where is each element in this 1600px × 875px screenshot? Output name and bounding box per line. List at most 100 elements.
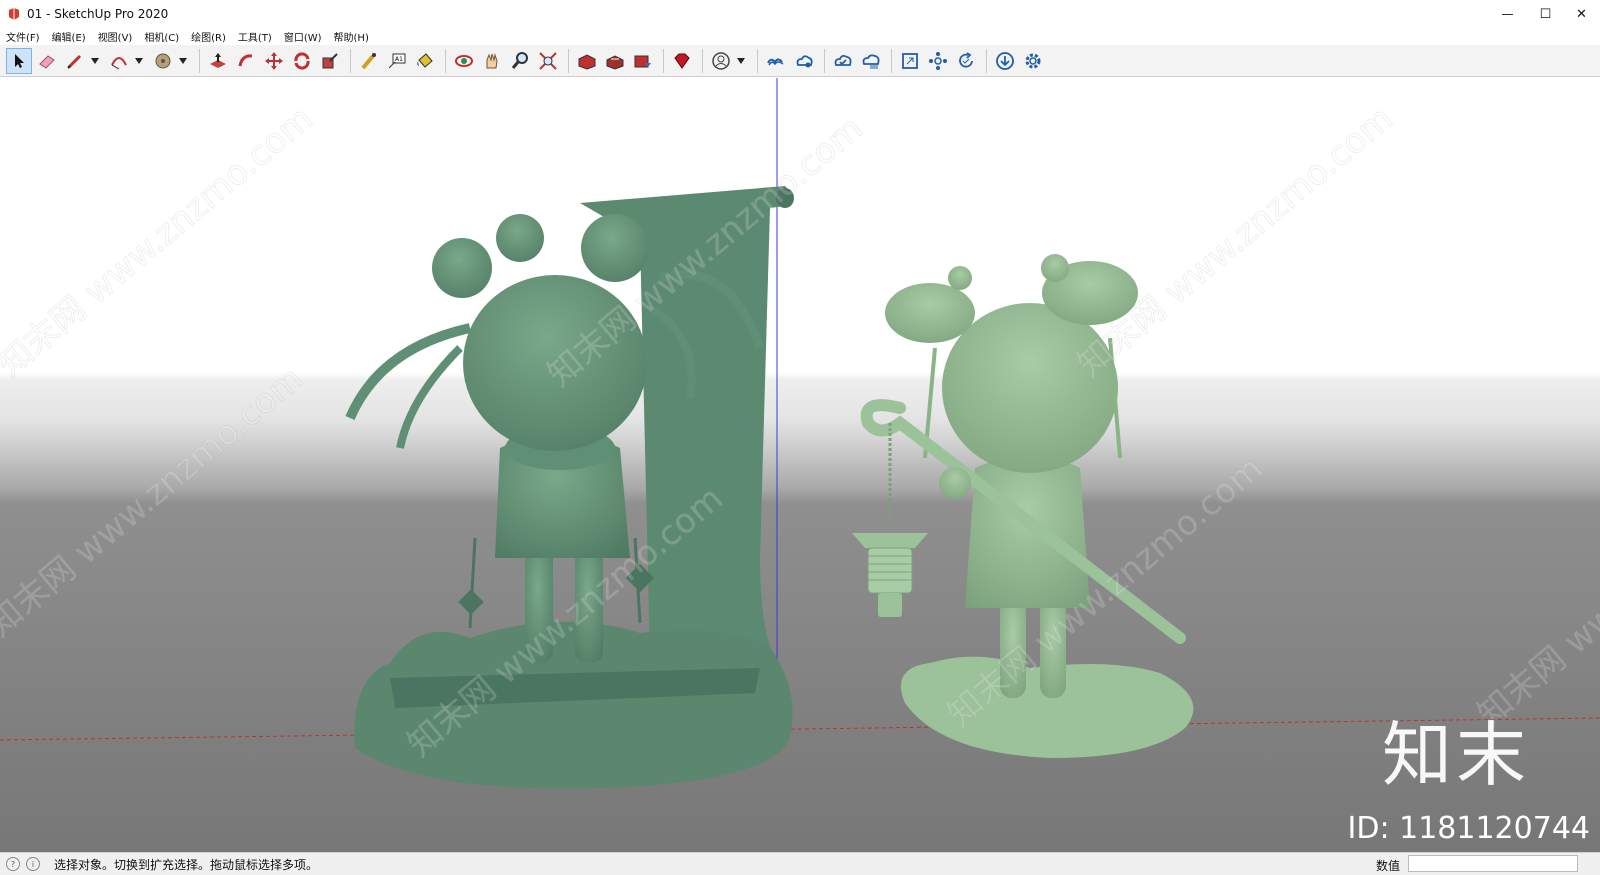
measurements-label: 数值 [1375,859,1400,873]
extension-manager-button[interactable] [669,48,695,74]
rotate-icon [294,51,310,70]
orbit-icon [455,54,473,67]
toolbar-separator [824,48,825,73]
toolbar-separator [663,48,664,73]
zoom-extents-tool-button[interactable] [535,48,561,74]
sync-button[interactable] [830,48,856,74]
menu-window[interactable]: 窗口(W) [278,29,328,44]
shape-tool-button[interactable] [150,48,176,74]
share-model-button[interactable] [602,48,628,74]
menu-draw[interactable]: 绘图(R) [185,29,232,44]
push-pull-tool-button[interactable] [205,48,231,74]
orbit-tool-button[interactable] [451,48,477,74]
maximize-icon: ☐ [1539,6,1552,22]
pencil-dropdown[interactable] [90,48,100,74]
share-model-icon [606,54,624,70]
eraser-tool-button[interactable] [34,48,60,74]
scene-canvas: 知末网 www.znzmo.com 知末网 www.znzmo.com 知末网 … [0,78,1600,852]
toolbar-separator [702,48,703,73]
toolbar: A1 [0,45,1600,77]
menu-view[interactable]: 视图(V) [92,29,139,44]
svg-text:A1: A1 [395,56,403,63]
rotate-tool-button[interactable] [289,48,315,74]
settings-icon [1025,53,1041,68]
menu-bar: 文件(F) 编辑(E) 视图(V) 相机(C) 绘图(R) 工具(T) 窗口(W… [0,28,1600,45]
follow-me-icon [238,53,253,66]
title-bar: 01 - SketchUp Pro 2020 — ☐ ✕ [0,0,1600,28]
components-icon [929,51,947,70]
tape-measure-icon [361,52,376,69]
pencil-tool-button[interactable] [62,48,88,74]
trimble-connect-button[interactable] [763,48,789,74]
shape-icon [155,53,171,68]
toolbar-separator [986,48,987,73]
tape-measure-tool-button[interactable] [356,48,382,74]
eraser-icon [39,54,55,69]
minimize-button[interactable]: — [1489,0,1526,28]
model-viewport[interactable]: 知末网 www.znzmo.com 知末网 www.znzmo.com 知末网 … [0,78,1600,852]
close-icon: ✕ [1576,6,1587,22]
settings-button[interactable] [1020,48,1046,74]
sync-icon [834,54,852,66]
expand-icon [902,52,918,69]
menu-tools[interactable]: 工具(T) [232,29,278,44]
toolbar-separator [757,48,758,73]
select-tool-button[interactable] [6,47,32,74]
extension-warehouse-icon [634,55,651,67]
follow-me-tool-button[interactable] [233,48,259,74]
close-button[interactable]: ✕ [1563,0,1600,28]
pan-icon [486,52,498,68]
scale-icon [322,52,338,68]
pan-tool-button[interactable] [479,48,505,74]
menu-camera[interactable]: 相机(C) [138,29,185,44]
move-icon [265,51,283,70]
select-icon [15,53,24,68]
move-tool-button[interactable] [261,48,287,74]
refresh-icon [959,51,973,67]
sketchup-logo-icon [9,8,19,20]
pencil-icon [67,54,82,69]
chevron-down-icon [737,57,745,64]
scale-tool-button[interactable] [317,48,343,74]
maximize-button[interactable]: ☐ [1527,0,1564,28]
arc-dropdown[interactable] [134,48,144,74]
window-title: 01 - SketchUp Pro 2020 [27,7,169,21]
download-button[interactable] [992,48,1018,74]
text-tool-button[interactable]: A1 [384,48,410,74]
cloud-list-button[interactable] [858,48,884,74]
trimble-share-icon [796,54,813,67]
chevron-down-icon [179,57,187,64]
shape-dropdown[interactable] [178,48,188,74]
arc-tool-button[interactable] [106,48,132,74]
chevron-down-icon [91,57,99,64]
geo-location-icon[interactable]: ? [6,857,20,871]
watermark-logo: 知末 [1382,714,1530,796]
measurements-input[interactable] [1408,855,1578,872]
zoom-icon [511,51,528,69]
extension-warehouse-button[interactable] [630,48,656,74]
expand-button[interactable] [897,48,923,74]
menu-help[interactable]: 帮助(H) [328,29,375,44]
paint-bucket-icon [417,52,433,68]
warehouse-icon [578,53,596,70]
paint-bucket-tool-button[interactable] [412,48,438,74]
menu-file[interactable]: 文件(F) [0,29,46,44]
status-message: 选择对象。切换到扩充选择。拖动鼠标选择多项。 [54,857,319,872]
zoom-tool-button[interactable] [507,48,533,74]
download-icon [996,51,1014,70]
toolbar-separator [350,48,351,73]
warehouse-button[interactable] [574,48,600,74]
toolbar-separator [568,48,569,73]
menu-edit[interactable]: 编辑(E) [46,29,92,44]
components-button[interactable] [925,48,951,74]
account-button[interactable] [708,48,734,74]
refresh-button[interactable] [953,48,979,74]
account-dropdown[interactable] [736,48,746,74]
trimble-share-button[interactable] [791,48,817,74]
account-icon [712,51,730,70]
watermark-id: ID: 1181120744 [1347,811,1590,846]
info-icon[interactable]: i [26,857,40,871]
status-bar: ? i 选择对象。切换到扩充选择。拖动鼠标选择多项。 数值 [0,852,1600,875]
toolbar-separator [199,48,200,73]
toolbar-separator [445,48,446,73]
